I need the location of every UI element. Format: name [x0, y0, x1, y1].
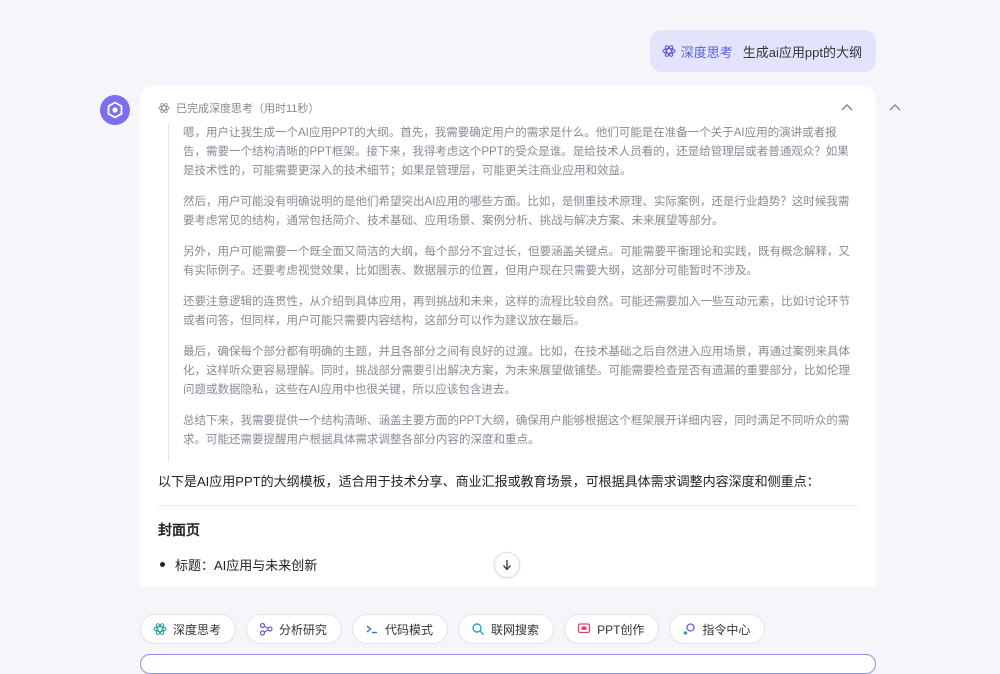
scroll-to-bottom-button[interactable]	[494, 552, 520, 578]
atom-icon	[153, 623, 167, 635]
thinking-status-label: 已完成深度思考（用时11秒）	[176, 103, 320, 115]
chip-label: 代码模式	[385, 622, 434, 637]
feature-toolbar: 深度思考 分析研究 代码模式 联网搜索 PPT创作 指令中心	[140, 614, 766, 644]
atom-icon	[662, 45, 676, 57]
command-icon	[684, 623, 696, 635]
answer-intro: 以下是AI应用PPT的大纲模板，适合用于技术分享、商业汇报或教育场景，可根据具体…	[158, 474, 820, 489]
ppt-create-button[interactable]: PPT创作	[564, 614, 660, 644]
chevron-up-icon	[889, 104, 901, 111]
list-item: 标题：AI应用与未来创新	[158, 555, 317, 574]
section-title: 封面页	[158, 522, 200, 538]
bullet-dot	[160, 562, 165, 567]
list-item-text: 标题：AI应用与未来创新	[175, 558, 318, 573]
user-message-bubble: 深度思考 生成ai应用ppt的大纲	[649, 30, 876, 72]
search-icon	[472, 623, 485, 636]
chat-input[interactable]	[140, 654, 876, 674]
chip-label: PPT创作	[597, 622, 645, 637]
web-search-button[interactable]: 联网搜索	[458, 614, 555, 644]
command-center-button[interactable]: 指令中心	[669, 614, 766, 644]
thinking-paragraph: 然后，用户可能没有明确说明的是他们希望突出AI应用的哪些方面。比如，是侧重技术原…	[183, 196, 850, 227]
chip-label: 联网搜索	[491, 622, 540, 637]
arrow-down-icon	[502, 560, 512, 571]
analysis-research-button[interactable]: 分析研究	[246, 614, 343, 644]
deep-think-button[interactable]: 深度思考	[140, 614, 237, 644]
atom-icon	[158, 102, 170, 114]
collapse-thinking-button[interactable]	[840, 100, 854, 114]
deep-think-tag: 深度思考	[662, 42, 733, 61]
network-icon	[259, 622, 273, 636]
assistant-avatar	[100, 95, 130, 125]
deep-think-tag-label: 深度思考	[680, 44, 733, 60]
assistant-answer-card: 已完成深度思考（用时11秒） 嗯，用户让我生成一个AI应用PPT的大纲。首先，我…	[140, 86, 876, 586]
thinking-paragraph: 嗯，用户让我生成一个AI应用PPT的大纲。首先，我需要确定用户的需求是什么。他们…	[183, 127, 849, 177]
chevron-up-icon	[841, 104, 853, 111]
chip-label: 指令中心	[702, 622, 751, 637]
thinking-paragraph: 还要注意逻辑的连贯性，从介绍到具体应用，再到挑战和未来，这样的流程比较自然。可能…	[183, 296, 850, 327]
code-mode-button[interactable]: 代码模式	[352, 614, 449, 644]
chip-label: 分析研究	[279, 622, 328, 637]
thinking-content: 嗯，用户让我生成一个AI应用PPT的大纲。首先，我需要确定用户的需求是什么。他们…	[168, 124, 854, 462]
thinking-status[interactable]: 已完成深度思考（用时11秒）	[158, 100, 319, 116]
user-message-text: 生成ai应用ppt的大纲	[742, 44, 862, 60]
presentation-icon	[577, 623, 591, 634]
collapse-answer-button[interactable]	[887, 99, 903, 115]
assistant-logo-icon	[107, 101, 123, 119]
thinking-paragraph: 总结下来，我需要提供一个结构清晰、涵盖主要方面的PPT大纲，确保用户能够根据这个…	[183, 415, 850, 446]
thinking-paragraph: 最后，确保每个部分都有明确的主题，并且各部分之间有良好的过渡。比如，在技术基础之…	[183, 346, 850, 396]
chip-label: 深度思考	[173, 622, 222, 637]
terminal-icon	[366, 625, 378, 634]
thinking-paragraph: 另外，用户可能需要一个既全面又简洁的大纲，每个部分不宜过长，但要涵盖关键点。可能…	[183, 246, 850, 277]
answer-divider	[158, 505, 858, 506]
